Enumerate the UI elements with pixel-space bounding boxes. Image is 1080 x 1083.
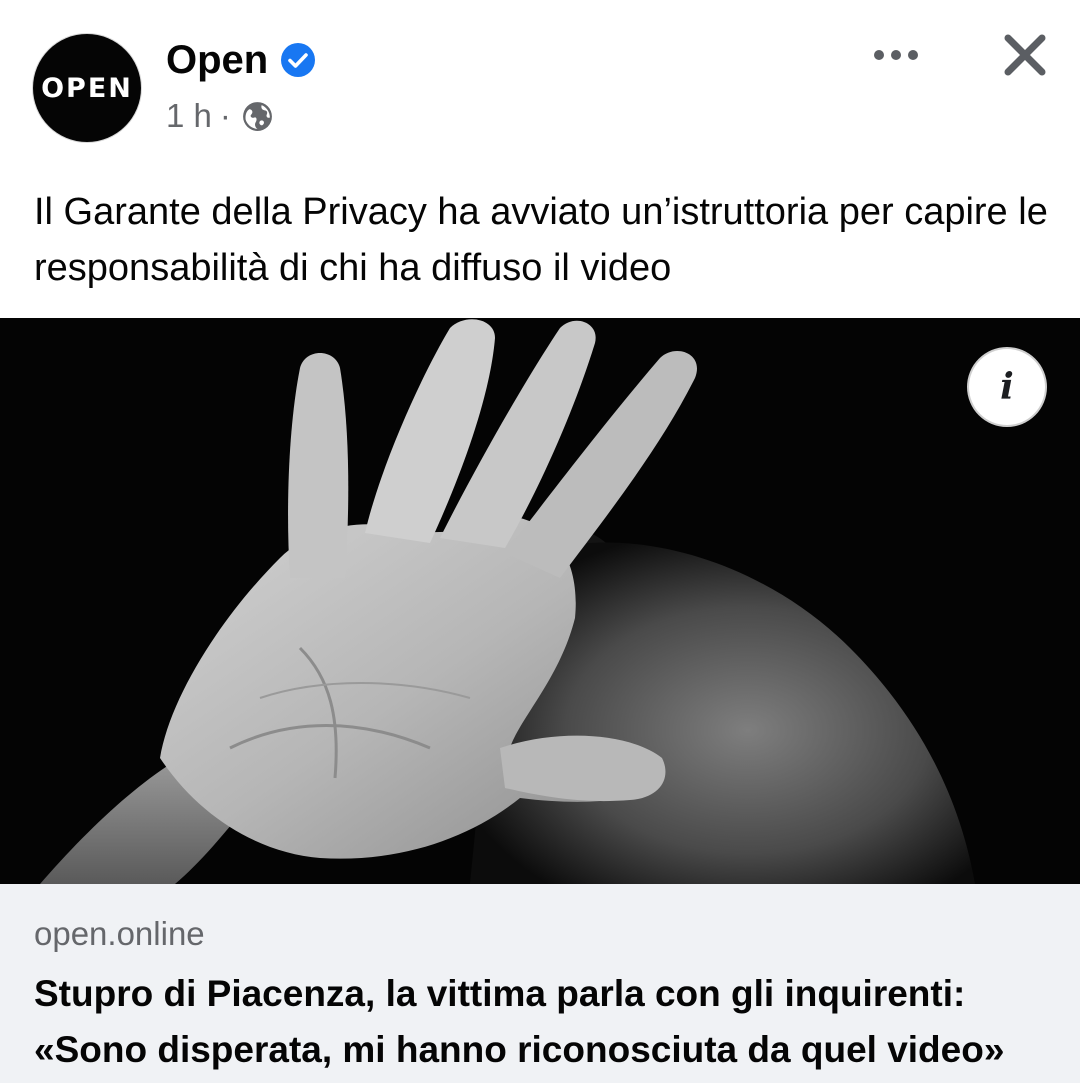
hand-photo-illustration [0,318,1080,884]
meta-separator: · [219,97,231,134]
link-title-line-1: Stupro di Piacenza, la vittima parla con… [34,973,966,1014]
link-preview[interactable]: open.online Stupro di Piacenza, la vitti… [0,884,1080,1083]
close-button[interactable] [996,26,1054,84]
avatar[interactable]: OPEN [33,34,141,142]
more-dots-icon [874,50,918,60]
link-title-line-2: «Sono disperata, mi hanno riconosciuta d… [34,1029,1005,1070]
facebook-post: OPEN Open 1 h · Il Garante della Privacy… [0,0,1080,1083]
link-title: Stupro di Piacenza, la vittima parla con… [34,966,1064,1078]
link-domain: open.online [34,915,205,952]
author-name[interactable]: Open [166,36,268,84]
post-meta: 1 h · [166,96,274,136]
info-icon: i [1000,366,1014,408]
avatar-logo-text: OPEN [41,72,133,104]
more-options-button[interactable] [866,30,926,80]
globe-icon[interactable] [241,100,274,133]
post-image[interactable] [0,318,1080,884]
author-name-row: Open [166,36,316,84]
verified-badge-icon [281,43,316,77]
close-icon [1004,34,1046,76]
post-caption: Il Garante della Privacy ha avviato un’i… [34,191,1048,289]
info-button[interactable]: i [969,349,1045,425]
post-header: OPEN Open 1 h · [0,0,1080,160]
post-timestamp[interactable]: 1 h [166,96,212,136]
